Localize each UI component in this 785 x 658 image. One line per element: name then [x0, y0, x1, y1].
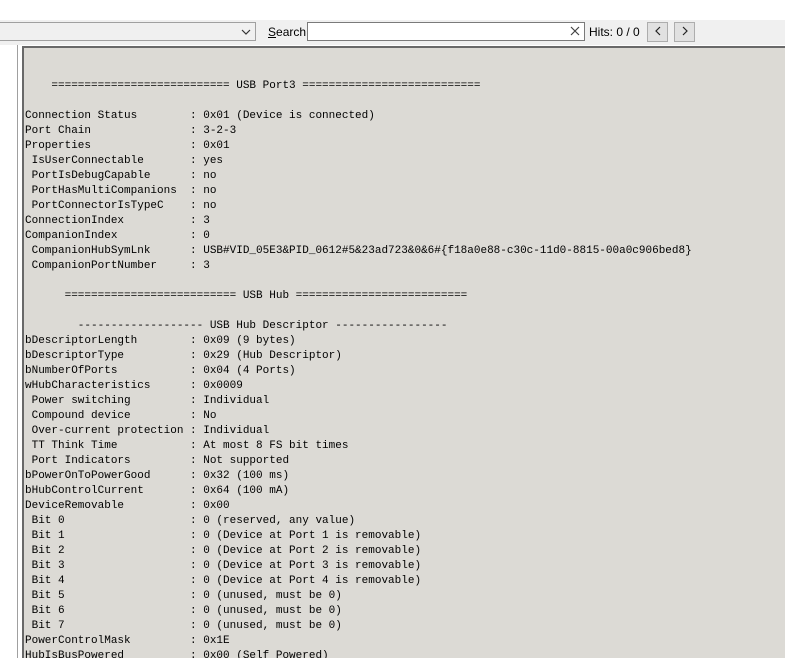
report-text: =========================== USB Port3 ==… — [24, 48, 785, 658]
report-line: Properties : 0x01 — [25, 140, 230, 152]
chevron-right-icon — [682, 23, 688, 41]
report-line: bPowerOnToPowerGood : 0x32 (100 ms) — [25, 470, 290, 482]
report-line: Bit 1 : 0 (Device at Port 1 is removable… — [25, 530, 422, 542]
chevron-left-icon — [654, 23, 661, 41]
search-toolbar: Search: Hits: 0 / 0 — [0, 20, 785, 45]
report-line: IsUserConnectable : yes — [25, 155, 224, 167]
report-line: bHubControlCurrent : 0x64 (100 mA) — [25, 485, 290, 497]
report-line: bNumberOfPorts : 0x04 (4 Ports) — [25, 365, 296, 377]
device-tree-pane[interactable] — [0, 45, 18, 658]
report-line: Bit 3 : 0 (Device at Port 3 is removable… — [25, 560, 422, 572]
previous-hit-button[interactable] — [647, 22, 668, 42]
report-text-pane[interactable]: =========================== USB Port3 ==… — [22, 46, 785, 658]
search-label: Search: — [268, 25, 310, 39]
report-line: ConnectionIndex : 3 — [25, 215, 210, 227]
chevron-down-icon[interactable] — [240, 23, 252, 40]
report-line: DeviceRemovable : 0x00 — [25, 500, 230, 512]
search-input[interactable] — [307, 22, 585, 41]
report-line: Bit 5 : 0 (unused, must be 0) — [25, 590, 342, 602]
report-line: bDescriptorType : 0x29 (Hub Descriptor) — [25, 350, 342, 362]
report-line: PortConnectorIsTypeC : no — [25, 200, 217, 212]
report-line: ------------------- USB Hub Descriptor -… — [25, 320, 448, 332]
report-line: PortHasMultiCompanions : no — [25, 185, 217, 197]
report-line: Over-current protection : Individual — [25, 425, 270, 437]
report-line: bDescriptorLength : 0x09 (9 bytes) — [25, 335, 296, 347]
close-icon[interactable] — [568, 24, 582, 38]
device-selector-combo[interactable] — [0, 22, 256, 41]
next-hit-button[interactable] — [674, 22, 695, 42]
report-line: PortIsDebugCapable : no — [25, 170, 217, 182]
report-line: CompanionIndex : 0 — [25, 230, 210, 242]
hits-counter: Hits: 0 / 0 — [589, 25, 640, 39]
report-line: CompanionPortNumber : 3 — [25, 260, 210, 272]
report-line: CompanionHubSymLnk : USB#VID_05E3&PID_06… — [25, 245, 692, 257]
report-line: =========================== USB Port3 ==… — [25, 80, 481, 92]
report-line: TT Think Time : At most 8 FS bit times — [25, 440, 349, 452]
report-line: Connection Status : 0x01 (Device is conn… — [25, 110, 375, 122]
report-line: Bit 4 : 0 (Device at Port 4 is removable… — [25, 575, 422, 587]
report-line: Power switching : Individual — [25, 395, 270, 407]
report-line: Bit 2 : 0 (Device at Port 2 is removable… — [25, 545, 422, 557]
report-line: Port Indicators : Not supported — [25, 455, 290, 467]
report-line: HubIsBusPowered : 0x00 (Self Powered) — [25, 650, 329, 658]
report-line: Compound device : No — [25, 410, 217, 422]
report-line: wHubCharacteristics : 0x0009 — [25, 380, 243, 392]
report-line: PowerControlMask : 0x1E — [25, 635, 230, 647]
report-line: Bit 7 : 0 (unused, must be 0) — [25, 620, 342, 632]
report-line: ========================== USB Hub =====… — [25, 290, 468, 302]
report-line: Port Chain : 3-2-3 — [25, 125, 237, 137]
report-line: Bit 0 : 0 (reserved, any value) — [25, 515, 356, 527]
report-line: Bit 6 : 0 (unused, must be 0) — [25, 605, 342, 617]
title-strip — [0, 0, 785, 20]
